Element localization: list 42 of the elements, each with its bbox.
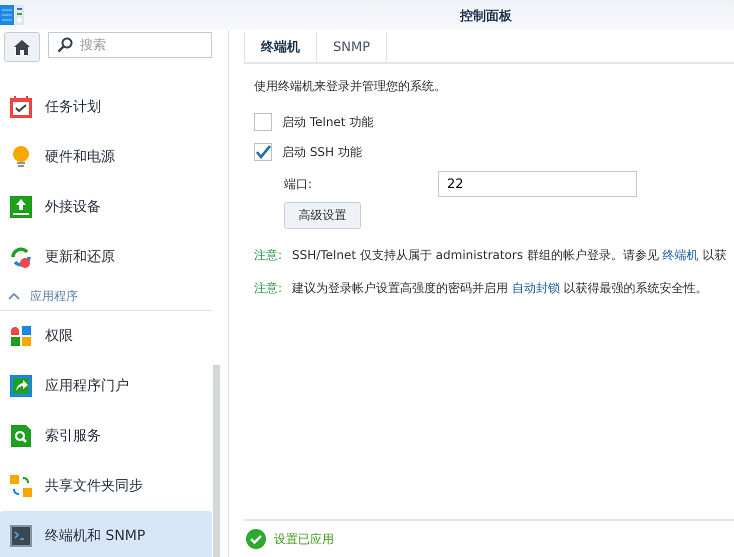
port-label: 端口: [284, 176, 314, 192]
note-text: 建议为登录帐户设置高强度的密码并启用 自动封锁 以获得最强的系统安全性。 [292, 280, 708, 297]
link[interactable]: 终端机 [662, 248, 699, 262]
checkbox[interactable] [254, 113, 272, 131]
sidebar-item[interactable]: 权限 [0, 311, 212, 361]
section-header[interactable]: 应用程序 [0, 282, 212, 311]
sidebar-item[interactable]: 终端机和 SNMP [0, 511, 212, 557]
folder-sync-icon [9, 474, 33, 498]
port-field[interactable]: 22 [438, 171, 637, 197]
sidebar-item[interactable]: 应用程序门户 [0, 361, 212, 411]
description-text: 使用终端机来登录并管理您的系统。 [254, 78, 447, 95]
search-field[interactable]: 搜索 [48, 32, 212, 58]
sidebar-item[interactable]: 索引服务 [0, 411, 212, 461]
tab[interactable]: 终端机 [244, 32, 316, 62]
check-icon [246, 529, 266, 549]
calendar-icon [9, 95, 33, 119]
document-search-icon [9, 424, 33, 448]
control-panel-icon [0, 5, 24, 25]
link[interactable]: 自动封锁 [512, 281, 560, 295]
sidebar-item[interactable]: 硬件和电源 [0, 132, 212, 182]
window-title: 控制面板 [460, 8, 512, 25]
terminal-icon [9, 524, 33, 548]
note-label: 注意: [254, 280, 282, 297]
home-button[interactable] [4, 32, 40, 62]
note-label: 注意: [254, 247, 282, 264]
tab[interactable]: SNMP [316, 32, 388, 62]
checkbox[interactable] [254, 143, 272, 161]
home-icon [14, 40, 30, 54]
caret-icon [8, 292, 20, 300]
sidebar-item[interactable]: 更新和还原 [0, 232, 212, 282]
sidebar-item[interactable]: 外接设备 [0, 182, 212, 232]
checkbox-label: 启动 Telnet 功能 [282, 114, 374, 130]
sidebar-item[interactable]: 任务计划 [0, 82, 212, 132]
refresh-icon [9, 245, 33, 269]
upload-icon [9, 195, 33, 219]
sidebar-item[interactable]: 共享文件夹同步 [0, 461, 212, 511]
scrollbar[interactable] [213, 365, 220, 557]
note-text: SSH/Telnet 仅支持从属于 administrators 群组的帐户登录。请参见 终端机 以获 [292, 247, 727, 264]
checkbox-label: 启动 SSH 功能 [282, 144, 362, 160]
status-text: 设置已应用 [274, 530, 334, 548]
lock-tiles-icon [9, 324, 33, 348]
advanced-settings-button[interactable]: 高级设置 [284, 202, 361, 229]
